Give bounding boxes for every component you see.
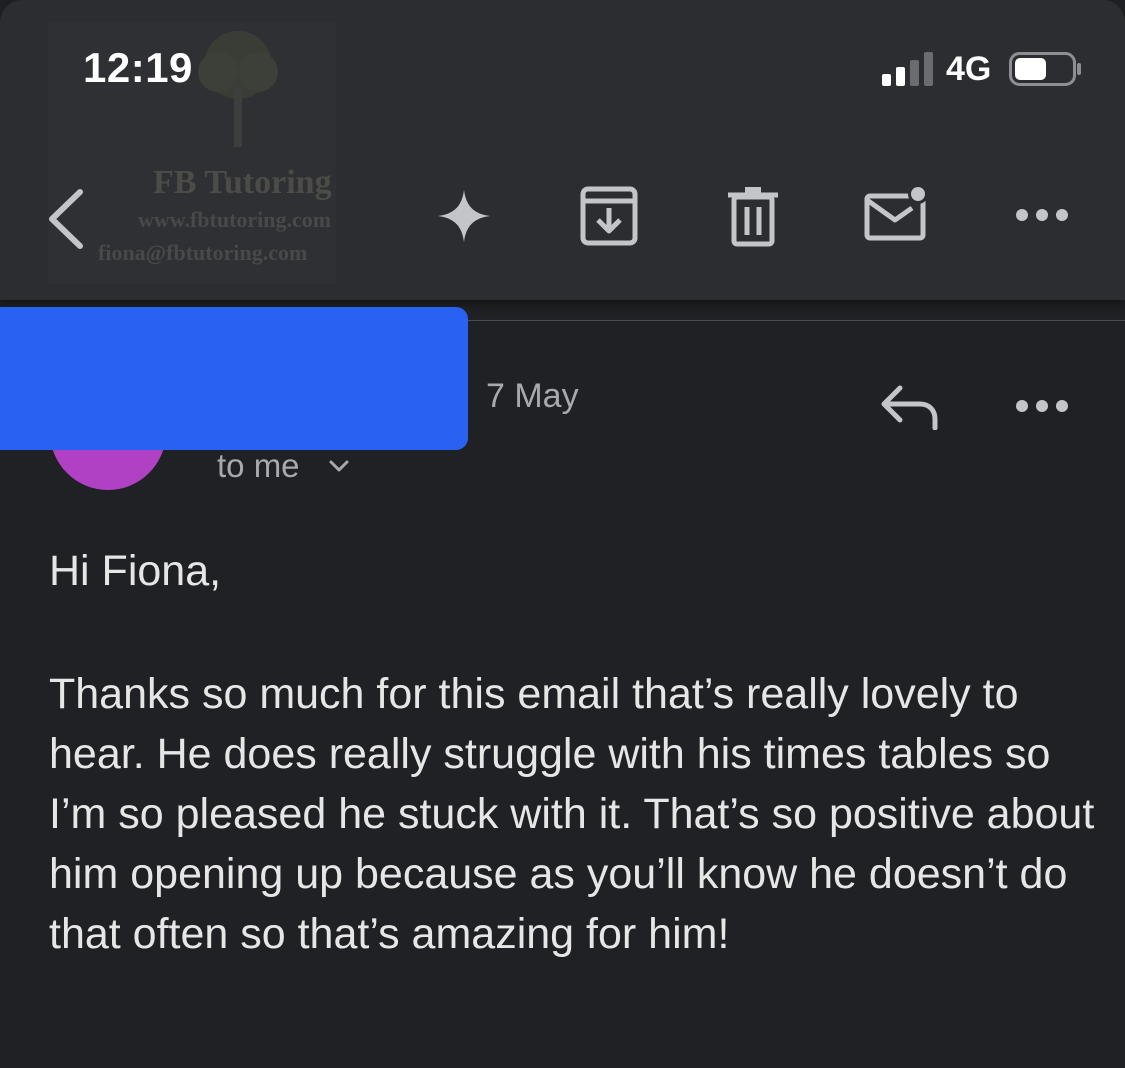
chevron-down-icon[interactable] — [328, 458, 350, 474]
sender-redaction — [0, 307, 468, 450]
battery-icon — [1009, 52, 1081, 86]
trash-icon[interactable] — [726, 185, 780, 247]
archive-icon[interactable] — [580, 186, 638, 246]
watermark-title: FB Tutoring — [153, 164, 332, 201]
sparkle-icon[interactable] — [438, 190, 490, 242]
email-greeting: Hi Fiona, — [49, 547, 222, 595]
back-icon[interactable] — [42, 188, 92, 250]
top-app-bar: FB Tutoring www.fbtutoring.com fiona@fbt… — [0, 0, 1125, 300]
recipient-label[interactable]: to me — [217, 447, 300, 485]
signal-icon — [882, 52, 933, 86]
message-date: 7 May — [486, 377, 579, 415]
message-more-icon[interactable] — [1014, 393, 1070, 419]
email-body: Thanks so much for this email that’s rea… — [49, 670, 1095, 958]
watermark-website: www.fbtutoring.com — [138, 207, 332, 232]
more-icon[interactable] — [1014, 202, 1070, 228]
mark-unread-icon[interactable] — [864, 184, 930, 242]
watermark-email: fiona@fbtutoring.com — [98, 240, 308, 265]
network-label: 4G — [946, 50, 992, 88]
tree-logo-icon — [198, 31, 278, 147]
reply-icon[interactable] — [880, 384, 940, 430]
status-time: 12:19 — [83, 44, 193, 91]
